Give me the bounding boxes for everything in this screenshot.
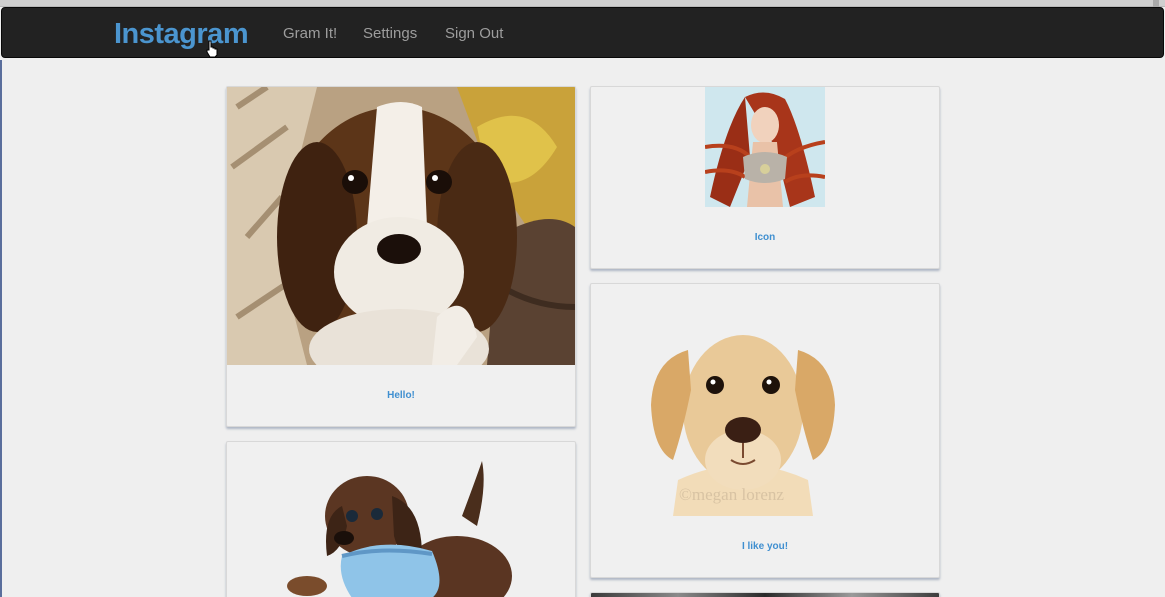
hand-pointer-cursor-icon (206, 40, 218, 58)
browser-window-top-edge (0, 0, 1165, 7)
nav-link-gram-it[interactable]: Gram It! (283, 25, 337, 42)
post-caption[interactable]: Icon (591, 232, 939, 243)
brand-logo-link[interactable]: Instagram (114, 18, 249, 51)
labrador-puppy-photo[interactable]: ©megan lorenz (643, 310, 843, 516)
post-card: Hello! (226, 86, 576, 427)
partially-visible-photo[interactable] (591, 593, 939, 597)
post-card: Icon (590, 86, 940, 269)
post-card: ©megan lorenz I like you! (590, 283, 940, 578)
photo-watermark: ©megan lorenz (679, 485, 784, 504)
post-caption[interactable]: I like you! (591, 541, 939, 552)
post-card (226, 441, 576, 597)
dachshund-puppy-in-blue-shirt-photo[interactable] (282, 456, 522, 597)
red-haired-warrior-illustration[interactable] (705, 87, 825, 207)
nav-link-sign-out[interactable]: Sign Out (445, 25, 503, 42)
nav-link-settings[interactable]: Settings (363, 25, 417, 42)
post-caption[interactable]: Hello! (227, 390, 575, 401)
top-navbar: Instagram Gram It! Settings Sign Out (1, 7, 1164, 58)
post-card (590, 592, 940, 597)
scrollbar-knob[interactable] (1153, 0, 1159, 7)
beagle-puppy-photo[interactable] (227, 87, 575, 365)
window-left-edge (0, 60, 2, 597)
